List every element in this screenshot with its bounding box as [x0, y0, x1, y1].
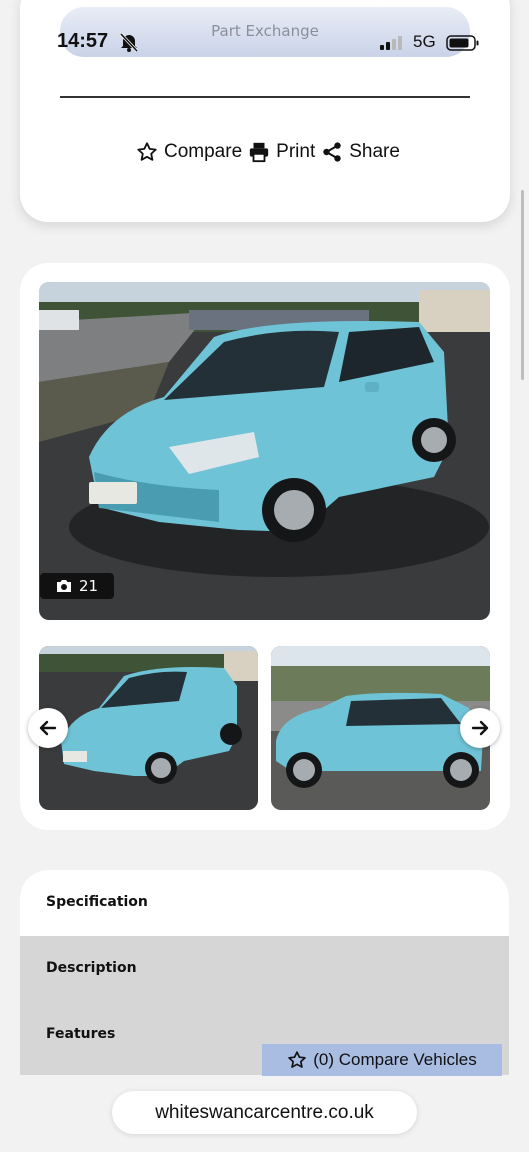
thumbnail-image	[39, 646, 258, 810]
photo-count-badge: 21	[40, 573, 114, 599]
share-icon	[323, 142, 341, 162]
tab-label: Features	[46, 1026, 116, 1042]
share-label: Share	[349, 141, 400, 162]
status-time: 14:57	[57, 30, 109, 52]
compare-label: Compare	[164, 141, 243, 162]
part-exchange-label: Part Exchange	[211, 22, 319, 40]
thumbnail-1[interactable]	[39, 646, 258, 810]
star-icon	[288, 1051, 307, 1068]
next-photo-button[interactable]	[460, 708, 500, 748]
thumbnail-image	[271, 646, 490, 810]
printer-icon	[249, 142, 269, 163]
photo-count: 21	[78, 577, 99, 595]
tab-label: Specification	[46, 894, 148, 910]
battery-icon	[446, 35, 479, 51]
tab-description[interactable]: Description	[20, 936, 509, 1002]
divider	[60, 96, 470, 98]
share-button[interactable]: Share	[321, 141, 400, 163]
car-photo-image	[39, 282, 490, 620]
gallery-card	[20, 263, 510, 830]
tab-label: Description	[46, 960, 137, 976]
url-text: whiteswancarcentre.co.uk	[155, 1101, 374, 1123]
print-button[interactable]: Print	[248, 141, 315, 163]
camera-icon	[56, 580, 71, 592]
tab-specification[interactable]: Specification	[20, 870, 509, 936]
print-label: Print	[276, 141, 316, 162]
star-icon	[137, 142, 157, 161]
network-label: 5G	[413, 32, 436, 51]
browser-url-bar[interactable]: whiteswancarcentre.co.uk	[112, 1091, 417, 1134]
compare-button[interactable]: Compare	[136, 141, 242, 163]
prev-photo-button[interactable]	[28, 708, 68, 748]
action-links: Compare Print Share	[136, 141, 400, 163]
bell-muted-icon	[119, 32, 139, 52]
arrow-right-icon	[471, 720, 489, 736]
compare-vehicles-label: (0) Compare Vehicles	[313, 1050, 477, 1069]
arrow-left-icon	[39, 720, 57, 736]
scrollbar[interactable]	[521, 190, 524, 380]
signal-icon	[380, 34, 402, 50]
thumbnail-2[interactable]	[271, 646, 490, 810]
main-car-photo[interactable]	[39, 282, 490, 620]
compare-vehicles-button[interactable]: (0) Compare Vehicles	[262, 1044, 502, 1076]
